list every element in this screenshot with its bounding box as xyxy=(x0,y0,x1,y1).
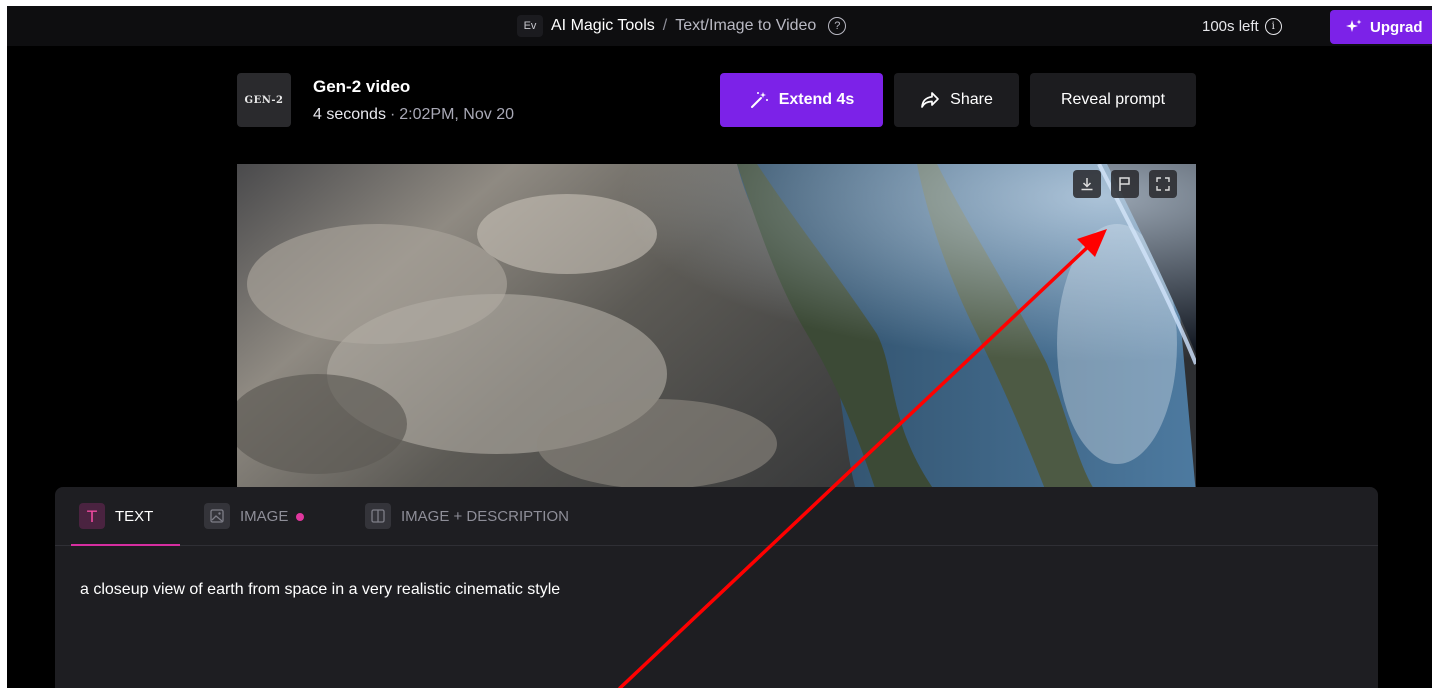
breadcrumb: Ev AI Magic Tools / Text/Image to Video … xyxy=(517,6,847,46)
info-circle-icon[interactable]: i xyxy=(1264,17,1282,35)
download-icon xyxy=(1081,178,1093,191)
expand-icon xyxy=(1156,177,1170,191)
share-label: Share xyxy=(950,91,993,108)
sparkle-icon xyxy=(1346,19,1362,32)
flag-icon xyxy=(1119,177,1130,191)
upgrade-button[interactable]: Upgrad xyxy=(1330,10,1432,44)
extend-button[interactable]: Extend 4s xyxy=(720,73,883,127)
new-indicator-dot xyxy=(296,513,305,521)
top-bar: Ev AI Magic Tools / Text/Image to Video … xyxy=(7,6,1432,46)
upgrade-label: Upgrad xyxy=(1370,18,1423,36)
reveal-prompt-label: Reveal prompt xyxy=(1060,91,1166,108)
prompt-textarea[interactable]: a closeup view of earth from space in a … xyxy=(80,581,560,599)
breadcrumb-separator: / xyxy=(662,17,668,34)
flag-button[interactable] xyxy=(1111,170,1139,198)
prompt-mode-tabs: T TEXT IMAGE IMAGE + DESCRIPTION xyxy=(55,487,1378,546)
breadcrumb-root-link[interactable]: AI Magic Tools xyxy=(551,17,655,35)
gen2-thumbnail: GEN-2 xyxy=(237,73,291,127)
share-arrow-icon xyxy=(921,92,939,108)
extend-label: Extend 4s xyxy=(778,91,855,108)
tab-image[interactable]: IMAGE xyxy=(204,503,305,546)
video-player[interactable] xyxy=(237,164,1196,494)
credits-label: 100s left xyxy=(1202,17,1259,35)
generation-timestamp: 2:02PM, Nov 20 xyxy=(399,106,514,123)
tab-image-description[interactable]: IMAGE + DESCRIPTION xyxy=(365,503,569,546)
tab-image-description-label: IMAGE + DESCRIPTION xyxy=(401,508,569,525)
magic-wand-icon xyxy=(750,92,768,108)
credits-remaining: 100s left i xyxy=(1202,6,1282,46)
reveal-prompt-button[interactable]: Reveal prompt xyxy=(1030,73,1196,127)
share-button[interactable]: Share xyxy=(894,73,1019,127)
split-panel-icon xyxy=(365,503,391,529)
tab-text-label: TEXT xyxy=(115,508,154,525)
workspace-badge[interactable]: Ev xyxy=(517,15,543,37)
download-button[interactable] xyxy=(1073,170,1101,198)
generation-title: Gen-2 video xyxy=(313,77,411,96)
tab-text[interactable]: T TEXT xyxy=(71,503,180,546)
generation-duration: 4 seconds xyxy=(313,106,386,123)
image-icon xyxy=(204,503,230,529)
generation-meta: 4 seconds · 2:02PM, Nov 20 xyxy=(313,106,514,124)
earth-from-space-frame xyxy=(237,164,1196,494)
prompt-panel: T TEXT IMAGE IMAGE + DESCRIPTION a close… xyxy=(55,487,1378,688)
text-t-icon: T xyxy=(79,503,105,529)
fullscreen-button[interactable] xyxy=(1149,170,1177,198)
app-window: Ev AI Magic Tools / Text/Image to Video … xyxy=(7,6,1432,688)
breadcrumb-current: Text/Image to Video xyxy=(675,17,817,34)
tab-image-label: IMAGE xyxy=(240,508,289,525)
question-circle-icon[interactable]: ? xyxy=(828,17,847,35)
meta-separator: · xyxy=(389,106,396,123)
